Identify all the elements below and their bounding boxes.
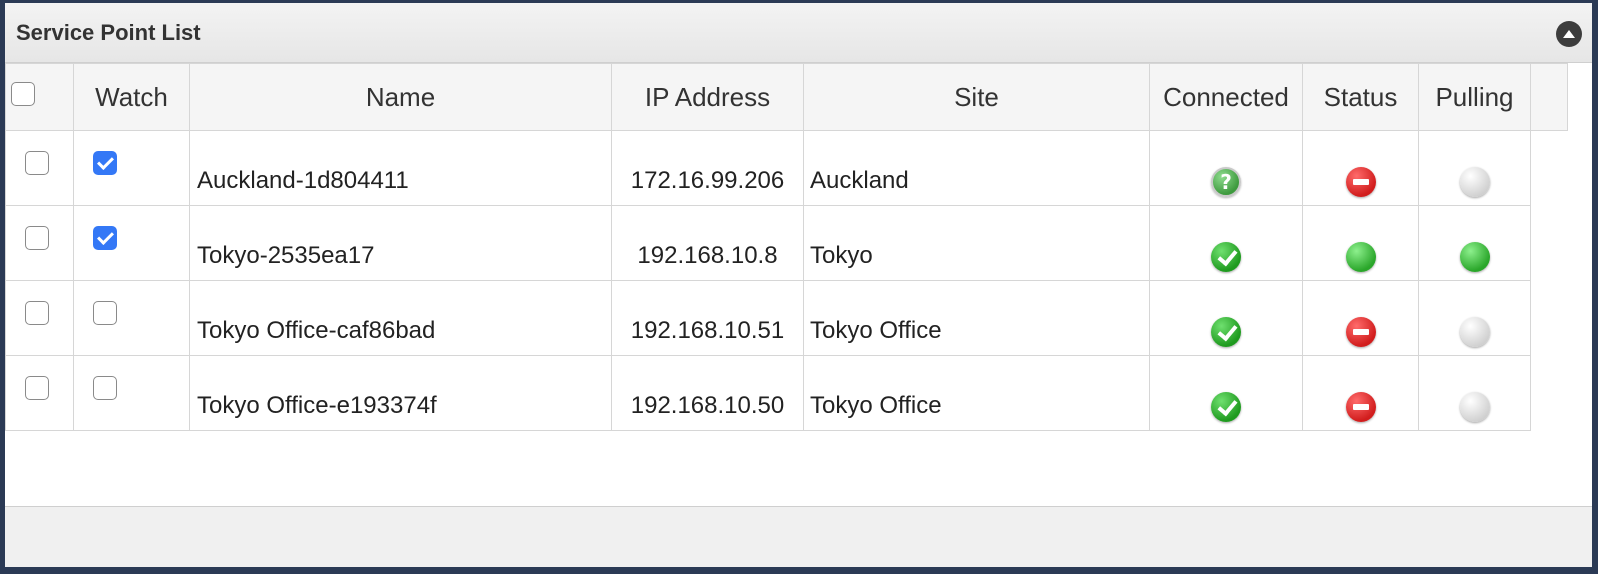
table-row[interactable]: Tokyo Office-caf86bad 192.168.10.51 Toky… <box>5 280 1568 356</box>
cell-ip-address: 192.168.10.50 <box>611 355 804 431</box>
column-header-spacer <box>1530 63 1568 131</box>
watch-checkbox[interactable] <box>93 301 117 325</box>
check-icon <box>1211 242 1241 272</box>
panel-footer <box>5 506 1592 567</box>
grey-dot-icon <box>1459 317 1490 347</box>
green-dot-icon <box>1459 242 1490 272</box>
row-watch-cell <box>73 280 190 356</box>
cell-status <box>1302 205 1419 281</box>
table-header-row: Watch Name IP Address Site Connected Sta… <box>5 63 1568 131</box>
row-select-cell <box>5 280 74 356</box>
cell-connected <box>1149 355 1303 431</box>
select-all-checkbox[interactable] <box>11 82 35 106</box>
row-select-cell <box>5 205 74 281</box>
check-icon <box>1211 317 1241 347</box>
column-header-watch[interactable]: Watch <box>73 63 190 131</box>
cell-site: Tokyo Office <box>803 280 1150 356</box>
row-watch-cell <box>73 355 190 431</box>
cell-name: Auckland-1d804411 <box>189 130 612 206</box>
column-header-pulling[interactable]: Pulling <box>1418 63 1531 131</box>
cell-name: Tokyo-2535ea17 <box>189 205 612 281</box>
column-header-ip[interactable]: IP Address <box>611 63 804 131</box>
cell-status <box>1302 130 1419 206</box>
table-row[interactable]: Auckland-1d804411 172.16.99.206 Auckland <box>5 130 1568 206</box>
panel-title: Service Point List <box>16 20 201 45</box>
collapse-button[interactable] <box>1556 21 1582 47</box>
row-select-cell <box>5 355 74 431</box>
chevron-up-icon <box>1563 30 1575 38</box>
table-row[interactable]: Tokyo-2535ea17 192.168.10.8 Tokyo <box>5 205 1568 281</box>
stop-icon <box>1345 392 1376 422</box>
cell-site: Tokyo <box>803 205 1150 281</box>
row-select-checkbox[interactable] <box>25 376 49 400</box>
row-select-checkbox[interactable] <box>25 226 49 250</box>
table-row[interactable]: Tokyo Office-e193374f 192.168.10.50 Toky… <box>5 355 1568 431</box>
row-select-cell <box>5 130 74 206</box>
cell-site: Tokyo Office <box>803 355 1150 431</box>
cell-ip-address: 192.168.10.51 <box>611 280 804 356</box>
panel-header: Service Point List <box>5 3 1592 63</box>
green-dot-icon <box>1345 242 1376 272</box>
cell-pulling <box>1418 280 1531 356</box>
row-select-checkbox[interactable] <box>25 301 49 325</box>
row-watch-cell <box>73 130 190 206</box>
cell-status <box>1302 355 1419 431</box>
cell-connected <box>1149 280 1303 356</box>
stop-icon <box>1345 167 1376 197</box>
watch-checkbox[interactable] <box>93 226 117 250</box>
column-header-connected[interactable]: Connected <box>1149 63 1303 131</box>
cell-pulling <box>1418 130 1531 206</box>
cell-name: Tokyo Office-caf86bad <box>189 280 612 356</box>
cell-connected <box>1149 130 1303 206</box>
cell-name: Tokyo Office-e193374f <box>189 355 612 431</box>
cell-ip-address: 192.168.10.8 <box>611 205 804 281</box>
cell-status <box>1302 280 1419 356</box>
service-point-panel: Service Point List Watch Name IP Address… <box>0 0 1598 574</box>
select-all-header <box>5 63 74 131</box>
watch-checkbox[interactable] <box>93 376 117 400</box>
grey-dot-icon <box>1459 167 1490 197</box>
cell-pulling <box>1418 355 1531 431</box>
column-header-name[interactable]: Name <box>189 63 612 131</box>
service-point-table: Watch Name IP Address Site Connected Sta… <box>5 63 1568 431</box>
cell-site: Auckland <box>803 130 1150 206</box>
grey-dot-icon <box>1459 392 1490 422</box>
stop-icon <box>1345 317 1376 347</box>
unknown-icon <box>1211 167 1241 197</box>
check-icon <box>1211 392 1241 422</box>
service-point-grid: Watch Name IP Address Site Connected Sta… <box>5 63 1592 506</box>
cell-pulling <box>1418 205 1531 281</box>
row-select-checkbox[interactable] <box>25 151 49 175</box>
row-watch-cell <box>73 205 190 281</box>
column-header-site[interactable]: Site <box>803 63 1150 131</box>
cell-ip-address: 172.16.99.206 <box>611 130 804 206</box>
column-header-status[interactable]: Status <box>1302 63 1419 131</box>
watch-checkbox[interactable] <box>93 151 117 175</box>
cell-connected <box>1149 205 1303 281</box>
